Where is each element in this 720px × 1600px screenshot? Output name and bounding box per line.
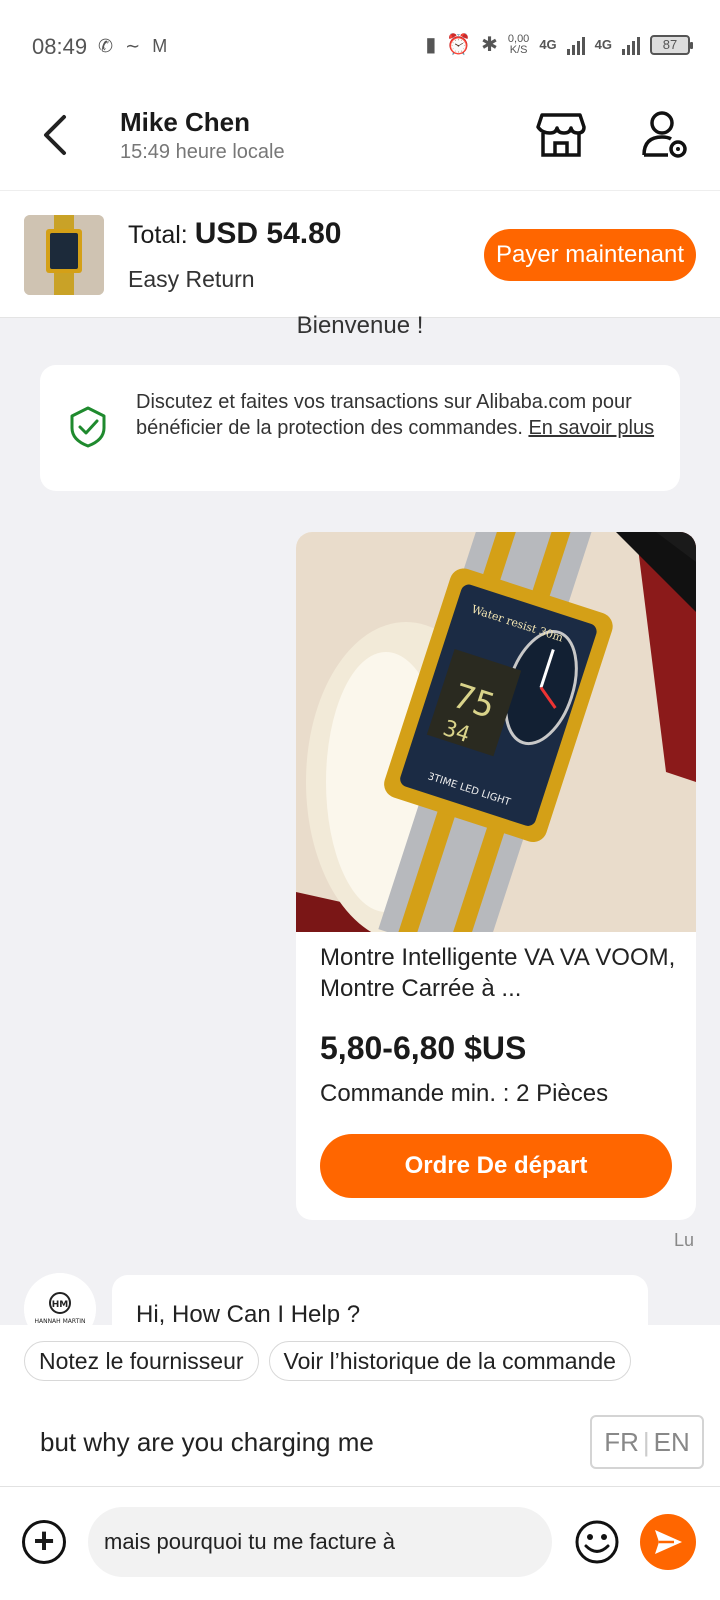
order-history-chip[interactable]: Voir l’historique de la commande — [268, 1341, 631, 1381]
send-icon — [655, 1530, 682, 1554]
shield-check-icon — [70, 406, 106, 448]
gmail-icon: M — [152, 36, 168, 56]
product-image[interactable]: 75 34 Water resist 30m 3TIME LED LIGHT — [296, 532, 696, 932]
network-label-2: 4G — [594, 37, 612, 52]
start-order-button[interactable]: Ordre De départ — [320, 1134, 672, 1198]
translation-preview: but why are you charging me — [40, 1427, 374, 1457]
alibaba-icon: ∼ — [125, 36, 141, 56]
order-summary-bar: Total: USD 54.80 Easy Return Payer maint… — [0, 190, 720, 318]
product-card[interactable]: 75 34 Water resist 30m 3TIME LED LIGHT M… — [296, 532, 696, 1220]
message-input[interactable] — [88, 1507, 552, 1577]
back-button[interactable] — [40, 113, 80, 161]
composer-area: Notez le fournisseur Voir l’historique d… — [0, 1325, 720, 1600]
order-total: Total: USD 54.80 — [128, 217, 342, 250]
product-price: 5,80-6,80 $US — [320, 1030, 527, 1066]
emoji-icon[interactable] — [574, 1519, 620, 1565]
bluetooth-icon: ✱ — [481, 34, 498, 56]
store-icon[interactable] — [536, 109, 586, 159]
contact-local-time: 15:49 heure locale — [120, 141, 285, 163]
divider — [0, 1486, 720, 1487]
product-min-order: Commande min. : 2 Pièces — [320, 1080, 609, 1107]
signal-icon — [622, 35, 640, 55]
avatar-brand: HANNAH MARTIN — [34, 1318, 85, 1325]
read-status: Lu — [674, 1230, 695, 1250]
chat-header: Mike Chen 15:49 heure locale — [0, 95, 720, 190]
status-bar: 08:49 ✆ ∼ M ▮ ⏰ ✱ 0,00 K/S 4G 4G 87 — [0, 0, 720, 95]
quick-actions: Notez le fournisseur Voir l’historique d… — [24, 1341, 631, 1381]
battery-icon: 87 — [650, 34, 693, 55]
easy-return-label: Easy Return — [128, 266, 255, 292]
protection-notice: Discutez et faites vos transactions sur … — [40, 365, 680, 491]
status-time: 08:49 — [32, 34, 88, 59]
welcome-text: Bienvenue ! — [296, 312, 424, 339]
alarm-icon: ⏰ — [446, 34, 472, 56]
product-title: Montre Intelligente VA VA VOOM, Montre C… — [320, 944, 676, 1002]
chevron-left-icon — [44, 115, 66, 155]
send-button[interactable] — [640, 1514, 696, 1570]
pay-now-button[interactable]: Payer maintenant — [484, 229, 696, 281]
net-speed: 0,00 K/S — [507, 32, 530, 56]
whatsapp-icon: ✆ — [98, 36, 114, 56]
signal-icon — [566, 35, 585, 55]
language-toggle[interactable]: FR | EN — [590, 1415, 704, 1469]
order-product-thumbnail[interactable] — [24, 215, 104, 295]
plus-icon[interactable]: + — [22, 1520, 66, 1564]
learn-more-link[interactable]: En savoir plus — [528, 417, 654, 439]
contact-name[interactable]: Mike Chen — [120, 107, 250, 138]
rate-supplier-chip[interactable]: Notez le fournisseur — [24, 1341, 259, 1381]
avatar-logo: HM — [52, 1300, 69, 1310]
profile-settings-icon[interactable] — [640, 109, 690, 159]
vibrate-icon: ▮ — [425, 34, 437, 56]
network-label-1: 4G — [539, 37, 557, 52]
